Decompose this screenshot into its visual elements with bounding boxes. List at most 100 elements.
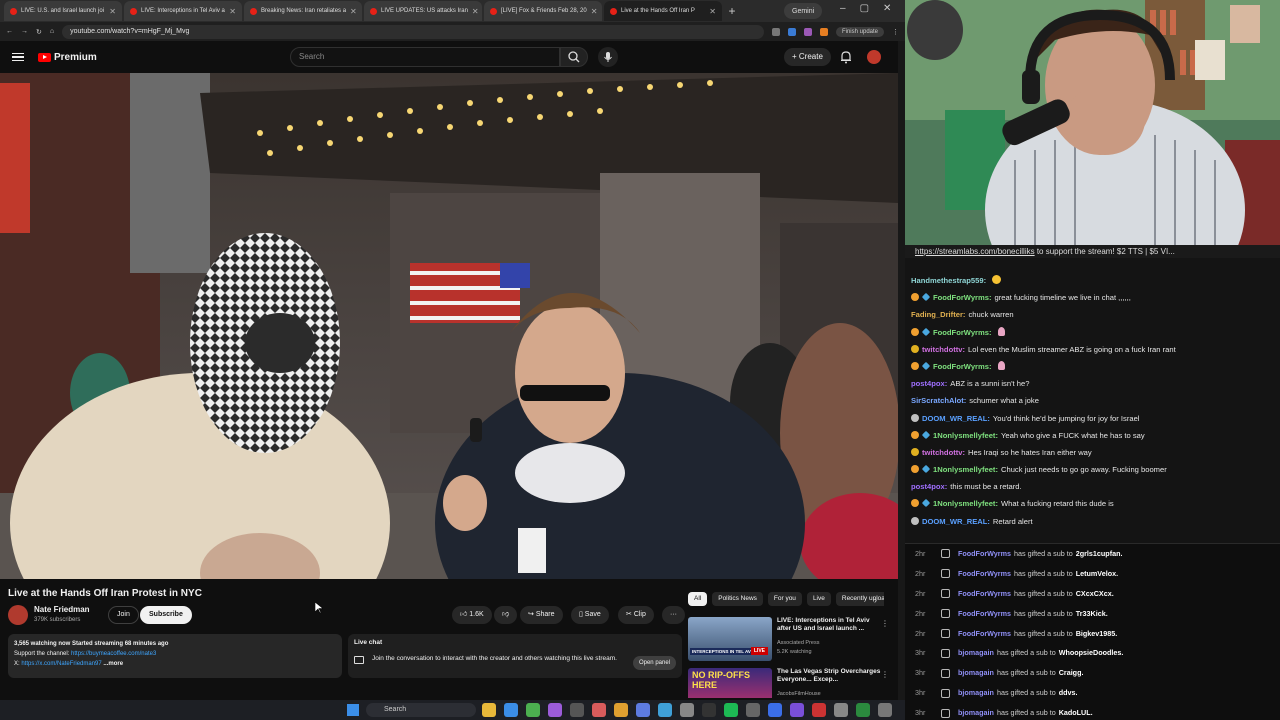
chat-username[interactable]: twitchdottv: <box>922 345 965 354</box>
save-button[interactable]: ▯ Save <box>571 606 609 624</box>
chrome-icon[interactable] <box>526 703 540 717</box>
app-icon[interactable] <box>658 703 672 717</box>
event-target[interactable]: CXcxCXcx. <box>1076 584 1114 604</box>
chat-username[interactable]: post4pox: <box>911 379 947 388</box>
maximize-icon[interactable]: ▢ <box>860 3 869 14</box>
event-user[interactable]: FoodForWyrms <box>958 604 1011 624</box>
app-icon[interactable] <box>812 703 826 717</box>
browser-tab[interactable]: LIVE UPDATES: US attacks Iran ✕ <box>364 1 482 21</box>
close-tab-icon[interactable]: ✕ <box>468 7 479 16</box>
youtube-logo[interactable]: Premium <box>38 52 97 63</box>
chat-username[interactable]: twitchdottv: <box>922 448 965 457</box>
back-icon[interactable]: ← <box>6 28 13 35</box>
chat-username[interactable]: SirScratchAlot: <box>911 396 966 405</box>
close-window-icon[interactable]: ✕ <box>883 3 891 14</box>
chat-username[interactable]: Fading_Drifter: <box>911 310 965 319</box>
app-icon[interactable] <box>548 703 562 717</box>
app-icon[interactable] <box>746 703 760 717</box>
notifications-bell-icon[interactable] <box>840 50 852 64</box>
url-field[interactable]: youtube.com/watch?v=mHgF_Mj_Mvg <box>62 24 764 39</box>
minimize-icon[interactable]: – <box>840 3 846 14</box>
app-icon[interactable] <box>856 703 870 717</box>
gemini-button[interactable]: Gemini <box>784 3 823 19</box>
chat-username[interactable]: 1Nonlysmellyfeet: <box>933 431 998 440</box>
new-tab-icon[interactable]: + <box>724 3 740 19</box>
extension-icon[interactable] <box>819 27 828 36</box>
app-icon[interactable] <box>614 703 628 717</box>
finish-update-button[interactable]: Finish update <box>835 26 884 37</box>
event-user[interactable]: bjomagain <box>958 663 994 683</box>
search-input[interactable]: Search <box>290 47 560 67</box>
event-target[interactable]: Bigkev1985. <box>1076 624 1118 644</box>
page-scrollbar[interactable] <box>898 41 905 700</box>
search-button[interactable] <box>560 47 588 67</box>
browser-tab[interactable]: LIVE: Interceptions in Tel Aviv a ✕ <box>124 1 242 21</box>
chip-politics-news[interactable]: Politics News <box>712 592 763 606</box>
event-user[interactable]: FoodForWyrms <box>958 544 1011 564</box>
account-avatar[interactable] <box>867 50 881 64</box>
app-icon[interactable] <box>768 703 782 717</box>
browser-tab[interactable]: LIVE: U.S. and Israel launch joi ✕ <box>4 1 122 21</box>
event-user[interactable]: bjomagain <box>958 643 994 663</box>
app-icon[interactable] <box>680 703 694 717</box>
dislike-button[interactable]: 👎︎ <box>494 606 518 624</box>
x-link[interactable]: https://x.com/NateFriedman97 <box>21 661 101 667</box>
browser-tab[interactable]: Breaking News: Iran retaliates a ✕ <box>244 1 362 21</box>
close-tab-icon[interactable]: ✕ <box>705 7 716 16</box>
extension-icon[interactable] <box>803 27 812 36</box>
event-user[interactable]: FoodForWyrms <box>958 584 1011 604</box>
app-icon[interactable] <box>636 703 650 717</box>
event-target[interactable]: KadoLUL. <box>1059 703 1093 720</box>
close-tab-icon[interactable]: ✕ <box>105 7 116 16</box>
event-target[interactable]: Tr33Kick. <box>1076 604 1108 624</box>
recommendation-item[interactable]: INTERCEPTIONS IN TEL AVIV LIVE LIVE: Int… <box>688 617 893 661</box>
app-icon[interactable] <box>878 703 892 717</box>
more-actions-button[interactable]: ··· <box>662 606 685 624</box>
video-player[interactable] <box>0 73 898 579</box>
like-button[interactable]: 👍︎ 1.6K <box>452 606 492 624</box>
more-link[interactable]: ...more <box>102 661 123 667</box>
chat-username[interactable]: FoodForWyrms: <box>933 328 992 337</box>
extension-icon[interactable] <box>771 27 780 36</box>
file-explorer-icon[interactable] <box>482 703 496 717</box>
menu-hamburger-icon[interactable] <box>12 52 24 62</box>
more-options-icon[interactable]: ⋮ <box>881 670 889 679</box>
event-target[interactable]: ddvs. <box>1059 683 1078 703</box>
app-icon[interactable] <box>790 703 804 717</box>
app-icon[interactable] <box>592 703 606 717</box>
windows-start-icon[interactable] <box>347 704 359 716</box>
chip-all[interactable]: All <box>688 592 708 606</box>
browser-tab[interactable]: [LIVE] Fox & Friends Feb 28, 20 ✕ <box>484 1 602 21</box>
reload-icon[interactable]: ↻ <box>36 28 42 36</box>
browser-icon[interactable] <box>504 703 518 717</box>
create-button[interactable]: + Create <box>784 48 831 66</box>
taskbar-search-input[interactable]: Search <box>366 703 476 717</box>
description-box[interactable]: 3,565 watching now Started streaming 68 … <box>8 634 342 678</box>
extension-icon[interactable] <box>787 27 796 36</box>
app-icon[interactable] <box>702 703 716 717</box>
recommendation-item[interactable]: NO RIP-OFFS HERE The Las Vegas Strip Ove… <box>688 668 893 698</box>
banner-link[interactable]: https://streamlabs.com/bonecilliks <box>915 247 1035 256</box>
chat-username[interactable]: FoodForWyrms: <box>933 362 992 371</box>
more-options-icon[interactable]: ⋮ <box>881 619 889 628</box>
chat-username[interactable]: 1Nonlysmellyfeet: <box>933 465 998 474</box>
chat-username[interactable]: DOOM_WR_REAL: <box>922 414 990 423</box>
voice-search-button[interactable] <box>598 47 618 67</box>
chevron-right-icon[interactable]: › <box>874 595 877 605</box>
channel-avatar[interactable] <box>8 605 28 625</box>
home-icon[interactable]: ⌂ <box>50 28 54 35</box>
event-user[interactable]: FoodForWyrms <box>958 564 1011 584</box>
chip-for-you[interactable]: For you <box>767 592 802 606</box>
support-link[interactable]: https://buymeacoffee.com/nate3 <box>71 651 156 657</box>
event-user[interactable]: bjomagain <box>958 683 994 703</box>
close-tab-icon[interactable]: ✕ <box>587 7 598 16</box>
event-user[interactable]: bjomagain <box>958 703 994 720</box>
chip-live[interactable]: Live <box>806 592 831 606</box>
app-icon[interactable] <box>570 703 584 717</box>
share-button[interactable]: ↪ Share <box>520 606 563 624</box>
open-panel-button[interactable]: Open panel <box>632 656 676 670</box>
channel-name[interactable]: Nate Friedman <box>34 605 90 614</box>
chat-username[interactable]: post4pox: <box>911 482 947 491</box>
subscribe-button[interactable]: Subscribe <box>140 606 192 624</box>
browser-tab-active[interactable]: Live at the Hands Off Iran P ✕ <box>604 1 722 21</box>
